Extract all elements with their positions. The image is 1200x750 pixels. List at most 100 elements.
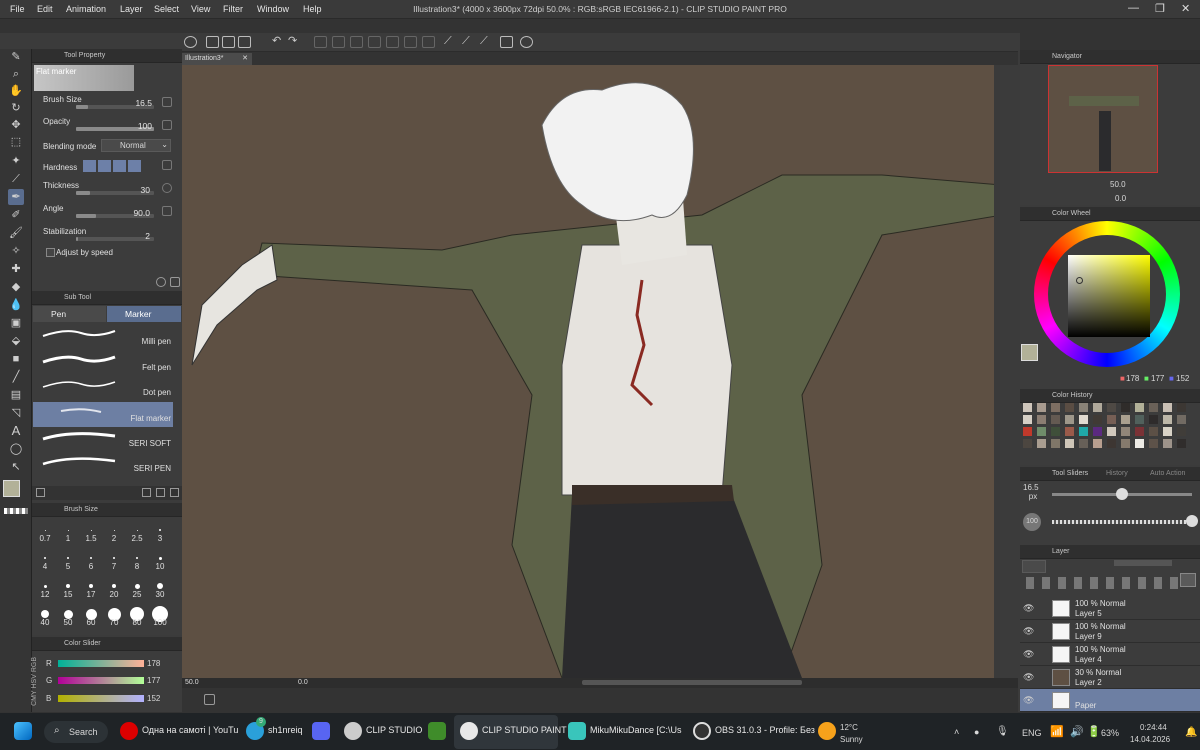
taskbar-item-obs[interactable]: OBS 31.0.3 - Profile: Без [715, 725, 815, 735]
color-history-swatch[interactable] [1023, 427, 1032, 436]
brush-size-dot[interactable] [136, 557, 138, 559]
blending-mode-select[interactable]: Normal ⌄ [101, 139, 171, 152]
eraser-icon[interactable]: ◆ [8, 279, 24, 295]
copy-sub-tool-icon[interactable] [142, 488, 151, 497]
clock-time[interactable]: 0:24:44 [1140, 723, 1167, 732]
canvas-horizontal-scrollbar[interactable] [582, 680, 802, 685]
color-history-swatch[interactable] [1079, 415, 1088, 424]
layer-opacity-slider[interactable] [1114, 560, 1172, 566]
color-history-swatch[interactable] [1121, 427, 1130, 436]
color-history-swatch[interactable] [1107, 439, 1116, 448]
balloon-icon[interactable]: ◯ [8, 441, 24, 457]
magic-wand-icon[interactable]: ✦ [8, 153, 24, 169]
color-history-swatch[interactable] [1065, 427, 1074, 436]
figure-icon[interactable]: ╱ [8, 369, 24, 385]
stabilization-value[interactable]: 2 [140, 231, 150, 241]
canvas[interactable] [182, 65, 1000, 678]
tool-sliders-tab[interactable]: Tool Sliders [1052, 470, 1088, 477]
weather-temp[interactable]: 12°C [840, 723, 858, 732]
brush-size-option[interactable]: 30 [149, 590, 171, 599]
clip-studio-assets-icon[interactable] [500, 36, 513, 48]
color-history-swatch[interactable] [1079, 439, 1088, 448]
brush-size-dot[interactable] [44, 529, 46, 531]
color-history-swatch[interactable] [1023, 415, 1032, 424]
tool-size-handle[interactable] [1116, 488, 1128, 500]
color-history-swatch[interactable] [1037, 439, 1046, 448]
color-history-swatch[interactable] [1135, 427, 1144, 436]
thickness-value[interactable]: 30 [132, 185, 150, 195]
color-history-swatch[interactable] [1023, 403, 1032, 412]
move-icon[interactable]: ✥ [8, 117, 24, 133]
timeline-icon[interactable] [204, 694, 215, 705]
brush-size-dot[interactable] [43, 584, 47, 588]
navigator-preview[interactable] [1048, 65, 1158, 173]
decoration-icon[interactable]: ✚ [8, 261, 24, 277]
deselect-icon[interactable] [386, 36, 399, 48]
battery-icon[interactable]: 🔋 [1087, 725, 1101, 738]
color-history-swatch[interactable] [1177, 439, 1186, 448]
color-history-swatch[interactable] [1121, 403, 1130, 412]
brush-size-dot[interactable] [67, 529, 69, 531]
brush-size-option[interactable]: 1 [57, 534, 79, 543]
clip-studio-icon[interactable] [344, 722, 362, 740]
color-history-swatch[interactable] [1093, 439, 1102, 448]
rotate-icon[interactable]: ↻ [8, 100, 24, 116]
color-history-swatch[interactable] [1177, 415, 1186, 424]
color-history-swatch[interactable] [1135, 403, 1144, 412]
brush-size-dot[interactable] [136, 529, 138, 531]
thickness-settings-icon[interactable] [162, 183, 172, 193]
navigator-rotation[interactable]: 0.0 [1115, 194, 1126, 203]
auto-action-tab[interactable]: Auto Action [1150, 467, 1185, 481]
help-icon[interactable] [520, 36, 533, 48]
brush-size-option[interactable]: 20 [103, 590, 125, 599]
color-history-swatch[interactable] [1023, 439, 1032, 448]
b-slider[interactable] [58, 695, 144, 702]
taskbar-item-telegram[interactable]: sh1nreiq [268, 725, 303, 735]
canvas-tab[interactable]: Illustration3* ✕ [182, 53, 252, 65]
color-history-swatch[interactable] [1163, 439, 1172, 448]
taskbar-item-mmd[interactable]: MikuMikuDance [C:\Us [590, 725, 682, 735]
sub-tool-flat-marker[interactable]: Flat marker [33, 402, 173, 427]
brush-size-option[interactable]: 15 [57, 590, 79, 599]
tray-app-icon[interactable]: ● [974, 727, 979, 737]
brush-size-option[interactable]: 70 [103, 618, 125, 627]
sub-tool-seri-soft[interactable]: SERI SOFT [33, 427, 173, 452]
marquee-icon[interactable]: ⬚ [8, 134, 24, 150]
brush-size-option[interactable]: 12 [34, 590, 56, 599]
color-history-swatch[interactable] [1093, 403, 1102, 412]
color-history-swatch[interactable] [1177, 403, 1186, 412]
eye-icon[interactable]: 👁 [1023, 603, 1034, 614]
sub-tool-milli-pen[interactable]: Milli pen [33, 325, 173, 350]
main-color-swatch[interactable] [1021, 344, 1038, 361]
trash-icon[interactable] [170, 488, 179, 497]
color-history-swatch[interactable] [1121, 415, 1130, 424]
color-history-swatch[interactable] [1135, 415, 1144, 424]
g-value[interactable]: 177 [147, 676, 160, 685]
brush-icon[interactable]: ✎ [8, 49, 24, 65]
scale-icon[interactable] [368, 36, 381, 48]
notification-bell-icon[interactable]: 🔔 [1185, 727, 1197, 738]
brush-size-option[interactable]: 100 [149, 618, 171, 627]
reset-icon[interactable] [156, 277, 166, 287]
fill-icon[interactable] [350, 36, 363, 48]
hand-icon[interactable]: ✋ [8, 83, 24, 99]
r-slider[interactable] [58, 660, 144, 667]
hardness-expand-icon[interactable] [162, 160, 172, 170]
windows-start-icon[interactable] [14, 722, 32, 740]
color-picker-handle[interactable] [1076, 277, 1083, 284]
navigator-zoom[interactable]: 50.0 [1110, 180, 1126, 189]
brush-size-dot[interactable] [113, 529, 115, 531]
color-history-swatch[interactable] [1107, 415, 1116, 424]
zoom-icon[interactable]: ⌕ [8, 66, 24, 82]
opacity-settings-icon[interactable] [162, 120, 172, 130]
brush-size-dot[interactable] [134, 583, 140, 589]
obs-icon[interactable] [693, 722, 711, 740]
color-history-swatch[interactable] [1065, 403, 1074, 412]
snap-special-ruler-icon[interactable]: ⟋ [462, 36, 475, 48]
wifi-icon[interactable]: 📶 [1050, 725, 1064, 738]
close-icon[interactable]: ✕ [1181, 2, 1190, 15]
brush-size-dot[interactable] [66, 584, 70, 588]
brush-size-dot[interactable] [157, 583, 163, 589]
brush-size-option[interactable]: 10 [149, 562, 171, 571]
paintbrush-icon[interactable]: 🖌 [8, 225, 24, 241]
